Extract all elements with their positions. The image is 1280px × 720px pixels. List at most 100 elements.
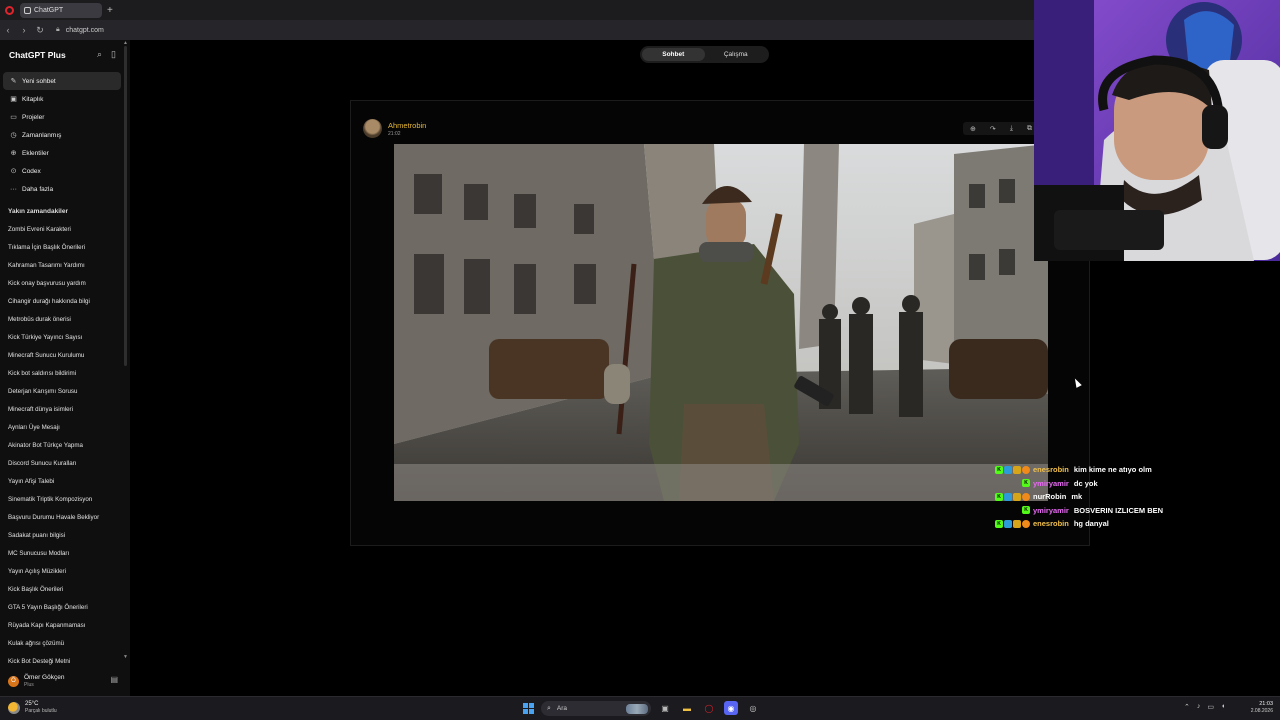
open-external-icon[interactable]: ⧉ [1027, 125, 1032, 133]
history-item[interactable]: Sinematik Triptik Kompozisyon [8, 490, 123, 508]
sidebar-item-more[interactable]: ··· Daha fazla [3, 180, 121, 198]
history-item[interactable]: Akinator Bot Türkçe Yapma [8, 436, 123, 454]
history-item[interactable]: Zombi Evreni Karakteri [8, 220, 123, 238]
history-item[interactable]: Kick Başlık Önerileri [8, 580, 123, 598]
history-item[interactable]: Yayın Afişi Talebi [8, 472, 123, 490]
sidebar-item-projects[interactable]: ▭ Projeler [3, 108, 121, 126]
tab-title: ChatGPT [34, 6, 64, 14]
opera-logo-icon[interactable] [5, 5, 14, 15]
streamer-webcam [1034, 0, 1280, 261]
history-item[interactable]: Sadakat puanı bilgisi [8, 526, 123, 544]
history-item[interactable]: Minecraft dünya isimleri [8, 400, 123, 418]
share-icon[interactable]: ↷ [990, 125, 996, 133]
history-item[interactable]: Kulak ağrısı çözümü [8, 634, 123, 652]
volume-icon[interactable]: ◖ [1221, 703, 1225, 711]
image-toolbar: ⊕ ↷ ⤓ ⧉ [963, 122, 1039, 135]
history-item[interactable]: Kick Türkiye Yayıncı Sayısı [8, 328, 123, 346]
weather-widget[interactable]: 25°C Parçalı bulutlu [8, 701, 57, 714]
discord-icon[interactable]: ◉ [724, 701, 738, 715]
history-item[interactable]: Tıklama İçin Başlık Önerileri [8, 238, 123, 256]
history-item[interactable]: Aynları Üye Mesajı [8, 418, 123, 436]
search-highlight-icon [626, 703, 648, 714]
file-explorer-icon[interactable]: ▬ [680, 701, 694, 715]
partly-cloudy-icon [8, 701, 20, 714]
network-icon[interactable]: ▭ [1207, 703, 1214, 711]
history-item[interactable]: Metrobüs durak önerisi [8, 310, 123, 328]
gift-badge-icon [1013, 519, 1021, 528]
sidebar-item-codex[interactable]: ⊙ Codex [3, 162, 121, 180]
new-tab-button[interactable]: + [107, 5, 113, 16]
sidebar-item-library[interactable]: ▣ Kitaplık [3, 90, 121, 108]
gift-badge-icon [1013, 492, 1021, 501]
history-item[interactable]: Yayın Açılış Müzikleri [8, 562, 123, 580]
obs-icon[interactable]: ◎ [746, 701, 760, 715]
tray-overflow-icon[interactable]: ⌃ [1184, 703, 1190, 711]
windows-start-icon[interactable] [523, 703, 534, 714]
opera-browser-icon[interactable]: ◯ [702, 701, 716, 715]
taskbar-search[interactable]: ⌕ Ara [541, 701, 651, 716]
sidebar-item-label: Yeni sohbet [22, 77, 56, 85]
history-item[interactable]: Başvuru Durumu Havale Bekliyor [8, 508, 123, 526]
settings-panel-icon[interactable]: ▤ [110, 675, 118, 684]
microphone-icon[interactable]: ♪ [1197, 703, 1201, 711]
weather-temperature: 25°C [25, 701, 39, 707]
sidebar-item-plugins[interactable]: ⊕ Eklentiler [3, 144, 121, 162]
mode-chat-button[interactable]: Sohbet [642, 48, 705, 61]
search-icon: ⌕ [547, 704, 551, 712]
history-item[interactable]: Kick onay başvurusu yardım [8, 274, 123, 292]
history-item[interactable]: MC Sunucusu Modları [8, 544, 123, 562]
download-icon[interactable]: ⤓ [1010, 125, 1013, 133]
post-author: Ahmetrobin 21:02 [363, 119, 426, 138]
zoom-icon[interactable]: ⊕ [970, 125, 976, 133]
chat-message: K nurRobin mk [989, 490, 1229, 504]
subscriber-badge-icon [1004, 492, 1012, 501]
forward-icon[interactable]: › [16, 25, 32, 35]
clock-date: 2.08.2026 [1250, 708, 1273, 714]
windows-taskbar: 25°C Parçalı bulutlu ⌕ Ara ▣ ▬ ◯ ◉ ◎ ⌃ ♪… [0, 696, 1280, 720]
sidebar-item-scheduled[interactable]: ◷ Zamanlanmış [3, 126, 121, 144]
sidebar-item-new-chat[interactable]: ✎ Yeni sohbet [3, 72, 121, 90]
history-item[interactable]: Rüyada Kapı Kapanmaması [8, 616, 123, 634]
history-item[interactable]: Cihangir durağı hakkında bilgi [8, 292, 123, 310]
webcam-feed-illustration [1034, 0, 1280, 261]
chat-message: K enesrobin kim kime ne atıyo olm [989, 463, 1229, 477]
taskbar-clock[interactable]: 21:03 2.08.2026 [1243, 701, 1273, 714]
history-item[interactable]: Deterjan Karışımı Sorusu [8, 382, 123, 400]
codex-icon: ⊙ [10, 168, 17, 175]
scroll-down-icon[interactable]: ▼ [123, 654, 128, 660]
chat-text: mk [1071, 492, 1083, 502]
system-tray: ⌃ ♪ ▭ ◖ [1184, 703, 1225, 711]
history-item[interactable]: Kick bot saldırısı bildirimi [8, 364, 123, 382]
mode-work-button[interactable]: Çalışma [705, 48, 768, 61]
sidebar-toggle-icon[interactable]: ▯ [111, 49, 116, 60]
sidebar-item-label: Zamanlanmış [22, 131, 62, 139]
stream-chat-overlay: K enesrobin kim kime ne atıyo olm K ymir… [989, 463, 1229, 531]
search-icon[interactable]: ⌕ [97, 49, 102, 60]
og-badge-icon [1022, 465, 1030, 474]
search-placeholder: Ara [556, 705, 568, 712]
user-profile[interactable]: Ö Ömer Gökçen Plus ▤ [0, 666, 130, 696]
browser-tab[interactable]: ChatGPT [20, 2, 102, 18]
brand-title[interactable]: ChatGPT Plus [9, 50, 66, 60]
generated-image[interactable] [394, 144, 1048, 501]
clock-time: 21:03 [1259, 701, 1273, 707]
url-field[interactable]: chatgpt.com [66, 27, 104, 34]
chat-username: ymiryamir [1033, 478, 1069, 488]
history-item[interactable]: Kahraman Tasarımı Yardımı [8, 256, 123, 274]
subscriber-badge-icon [1004, 465, 1012, 474]
history-item[interactable]: Discord Sunucu Kuralları [8, 454, 123, 472]
reload-icon[interactable]: ↻ [32, 25, 48, 36]
site-info-icon[interactable]: 🔒︎ [56, 26, 60, 34]
history-item[interactable]: GTA 5 Yayın Başlığı Önerileri [8, 598, 123, 616]
history-item[interactable]: Minecraft Sunucu Kurulumu [8, 346, 123, 364]
task-view-icon[interactable]: ▣ [658, 701, 672, 715]
sidebar-scrollbar[interactable] [124, 46, 127, 366]
user-plan: Plus [24, 682, 34, 688]
back-icon[interactable]: ‹ [0, 25, 16, 35]
zombie-scene-illustration [394, 144, 1048, 501]
chat-username: enesrobin [1033, 519, 1069, 529]
chat-message: K ymiryamir BOSVERIN IZLICEM BEN [989, 504, 1229, 518]
author-name: Ahmetrobin [388, 120, 427, 130]
chat-text: dc yok [1073, 478, 1098, 488]
chatgpt-favicon-icon [24, 6, 31, 14]
